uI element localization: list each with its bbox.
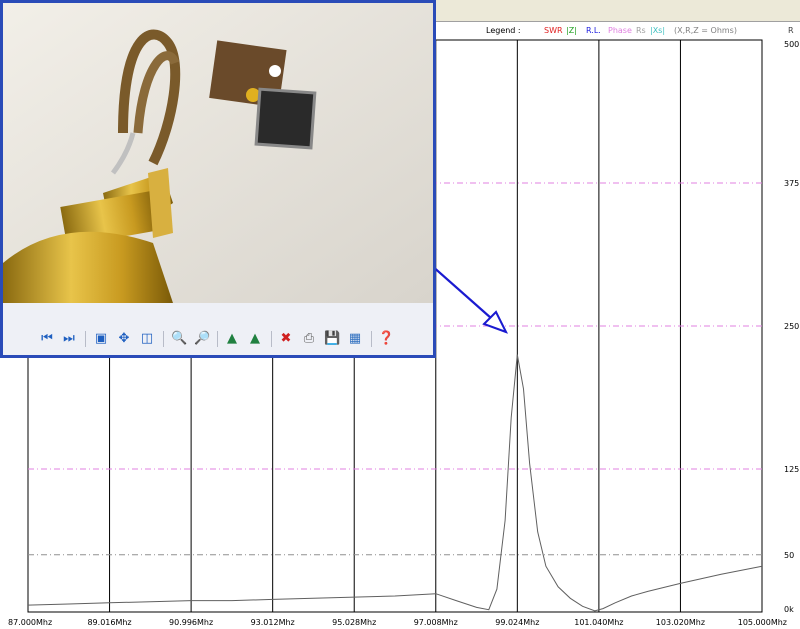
x-tick-label: 101.040Mhz	[574, 618, 623, 627]
zoom-in-icon[interactable]: 🔍	[171, 331, 187, 347]
zoom-out-icon[interactable]: 🔎	[194, 331, 210, 347]
help-icon[interactable]: ❓	[378, 331, 394, 347]
y-tick-label: 250	[784, 322, 799, 331]
x-tick-label: 89.016Mhz	[87, 618, 131, 627]
move-icon[interactable]: ✥	[116, 331, 132, 347]
first-icon[interactable]: ⏮	[39, 331, 55, 347]
x-tick-label: 93.012Mhz	[251, 618, 295, 627]
toolbar-separator	[271, 331, 272, 347]
save-icon[interactable]: 💾	[324, 331, 340, 347]
hardware-photo	[3, 3, 433, 303]
photo-image	[3, 3, 433, 303]
y-tick-label: 500	[784, 40, 799, 49]
y-tick-label: 125	[784, 465, 799, 474]
photo-viewer-window: ⏮ ⏭ ▣ ✥ ◫ 🔍 🔎 ▲ ▲ ✖ ⎙ 💾 ▦ ❓	[0, 0, 436, 358]
print-icon[interactable]: ⎙	[301, 331, 317, 347]
x-tick-label: 95.028Mhz	[332, 618, 376, 627]
mark-left-icon[interactable]: ▲	[224, 331, 240, 347]
x-tick-label: 97.008Mhz	[414, 618, 458, 627]
last-icon[interactable]: ⏭	[61, 331, 77, 347]
toolbar-separator	[371, 331, 372, 347]
y-tick-label: 50	[784, 551, 794, 560]
delete-icon[interactable]: ✖	[278, 331, 294, 347]
x-tick-label: 90.996Mhz	[169, 618, 213, 627]
x-tick-label: 105.000Mhz	[738, 618, 787, 627]
x-tick-label: 87.000Mhz	[8, 618, 52, 627]
mark-right-icon[interactable]: ▲	[247, 331, 263, 347]
export-icon[interactable]: ▦	[347, 331, 363, 347]
toolbar-separator	[217, 331, 218, 347]
toolbar-separator	[163, 331, 164, 347]
fit-icon[interactable]: ▣	[93, 331, 109, 347]
series-line	[27, 354, 763, 612]
x-tick-label: 103.020Mhz	[656, 618, 705, 627]
y-tick-label: 375	[784, 179, 799, 188]
x-tick-label: 99.024Mhz	[495, 618, 539, 627]
clear-icon[interactable]: ◫	[139, 331, 155, 347]
photo-toolbar: ⏮ ⏭ ▣ ✥ ◫ 🔍 🔎 ▲ ▲ ✖ ⎙ 💾 ▦ ❓	[3, 303, 433, 355]
toolbar-separator	[85, 331, 86, 347]
y-tick-label: 0k	[784, 605, 794, 614]
